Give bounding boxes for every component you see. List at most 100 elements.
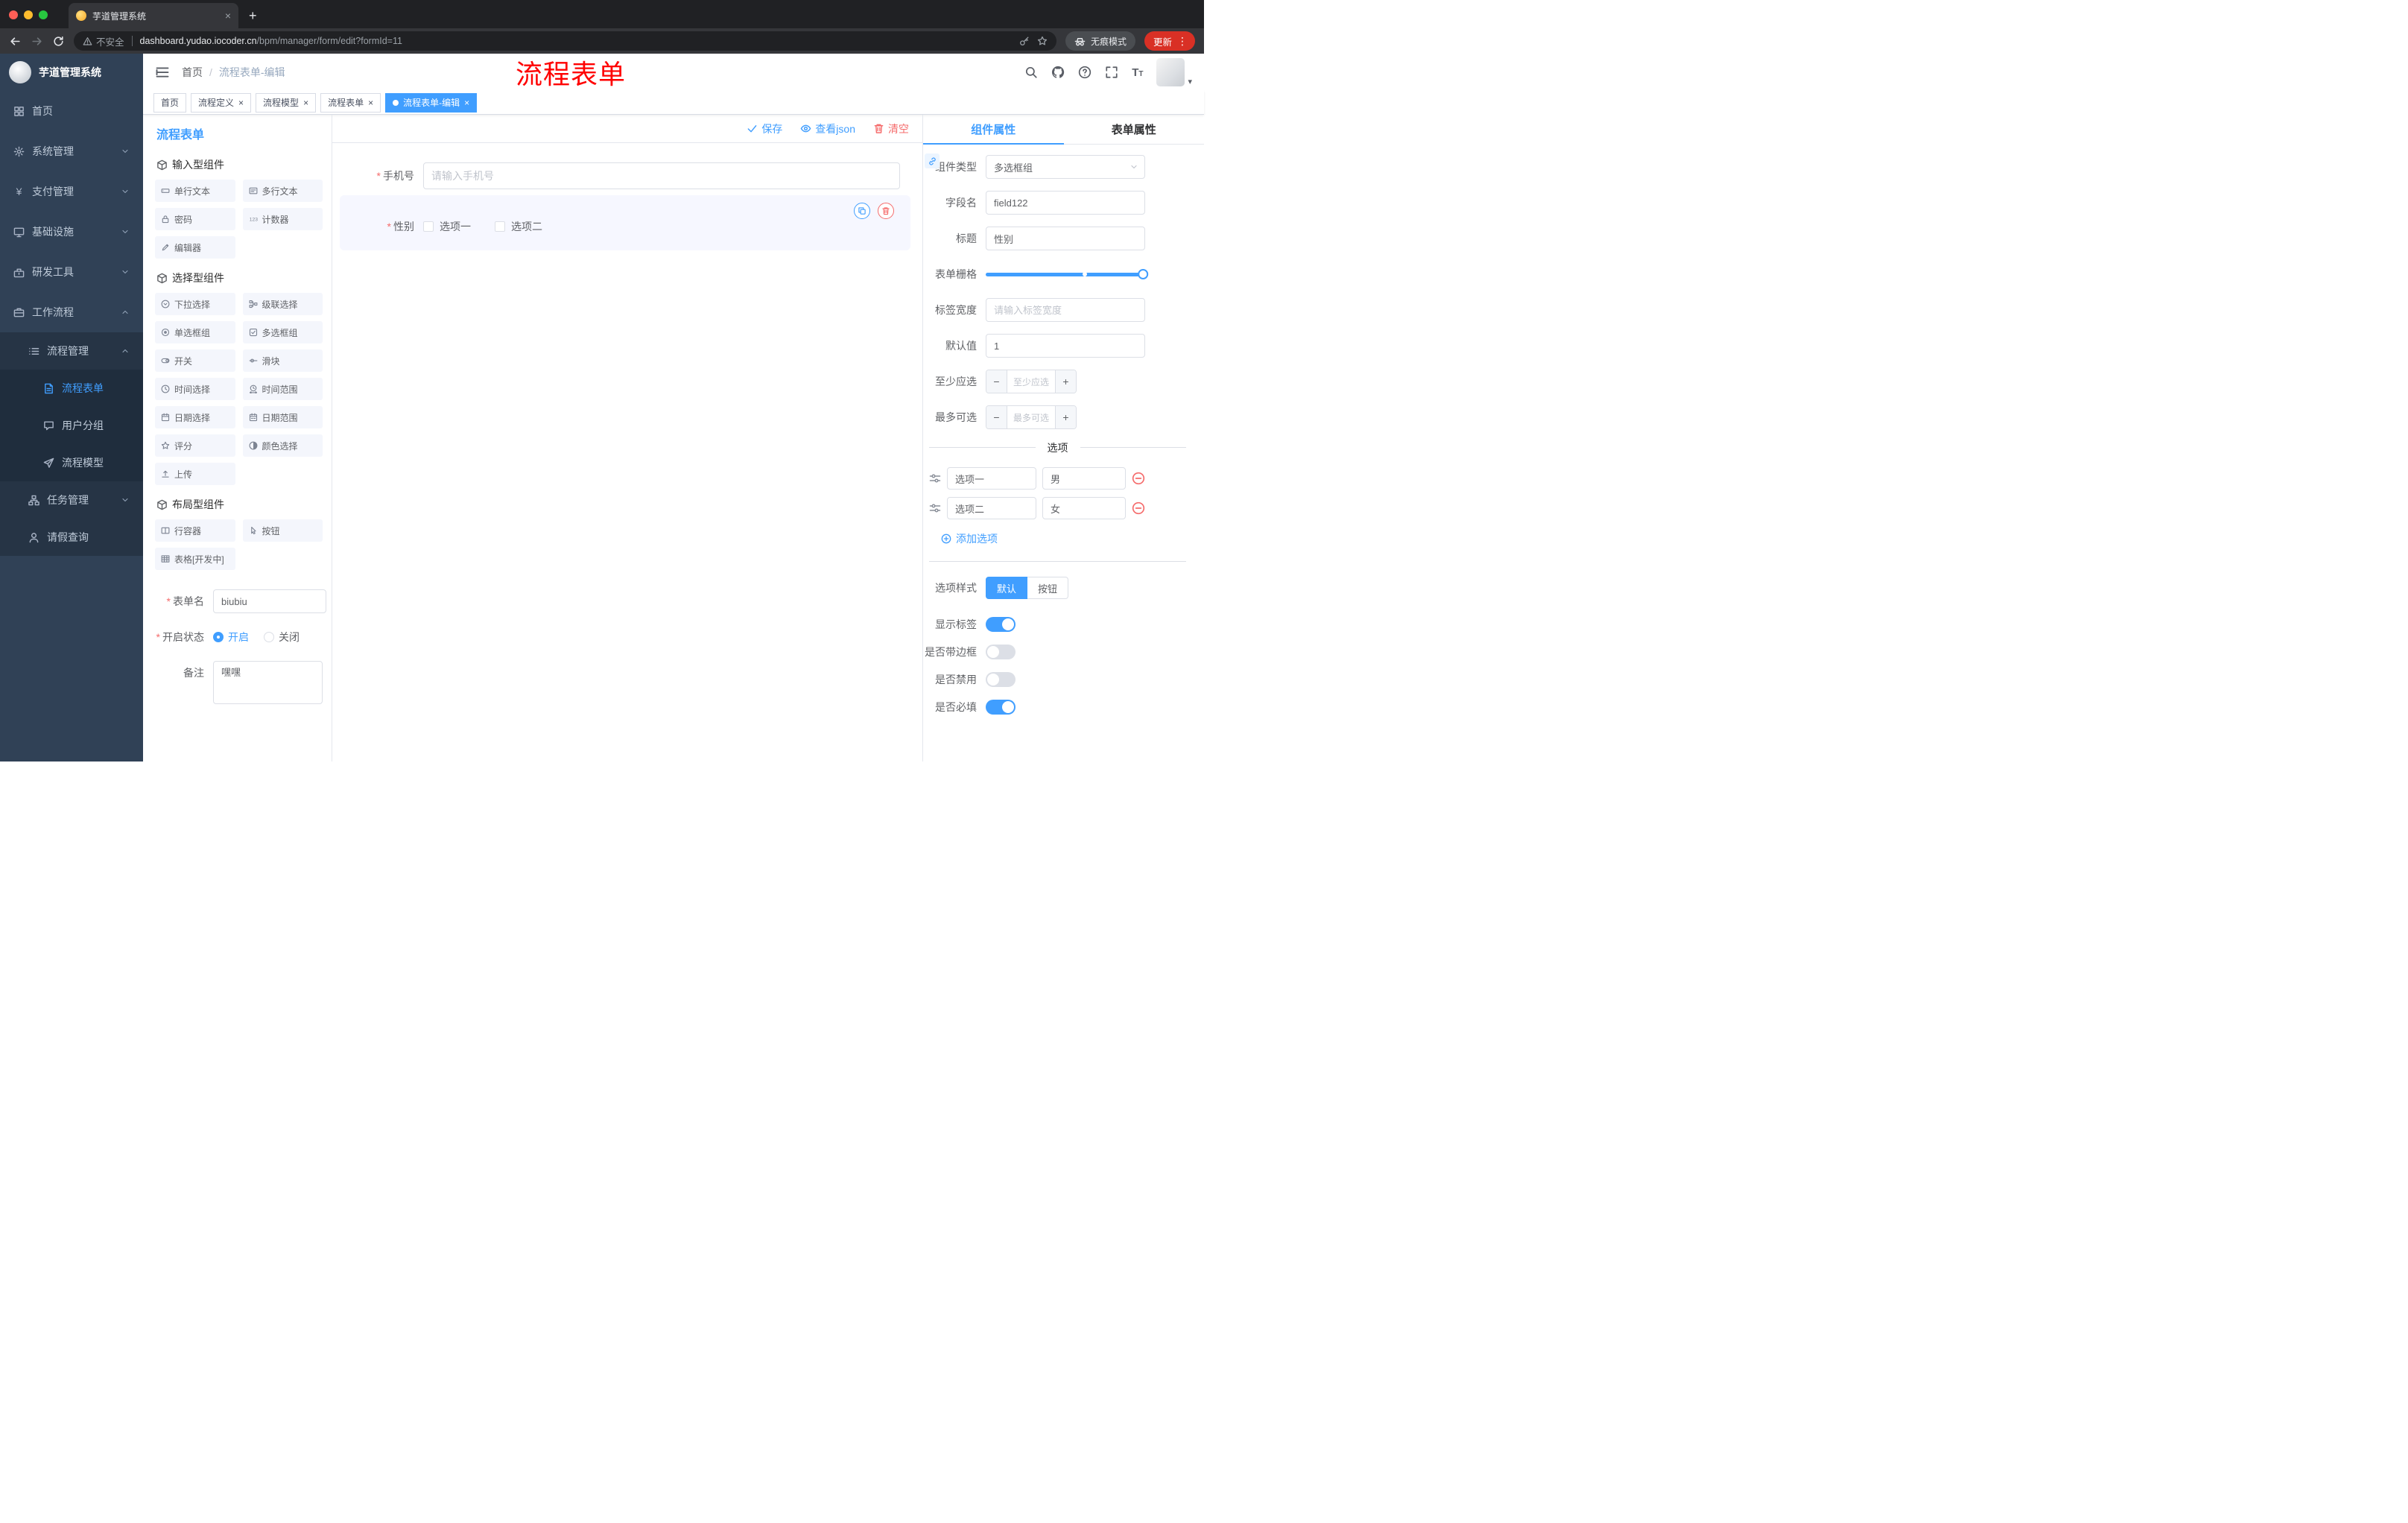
sidebar-item-workflow[interactable]: 工作流程 [0, 292, 143, 332]
canvas-field-phone[interactable]: 手机号 [340, 162, 910, 189]
option-1-label-input[interactable] [947, 467, 1036, 490]
tag-home[interactable]: 首页 [153, 92, 187, 113]
component-type-select[interactable]: 多选框组 [986, 155, 1145, 179]
back-icon[interactable] [9, 35, 22, 48]
palette-item-time-picker[interactable]: 时间选择 [155, 378, 235, 400]
form-grid-slider[interactable] [986, 262, 1149, 286]
palette-item-select[interactable]: 下拉选择 [155, 293, 235, 315]
password-key-icon[interactable] [1019, 36, 1030, 46]
tab-component-props[interactable]: 组件属性 [923, 115, 1064, 145]
window-minimize-button[interactable] [24, 10, 33, 19]
save-button[interactable]: 保存 [747, 121, 782, 136]
tag-process-definition[interactable]: 流程定义 × [191, 92, 252, 113]
font-size-icon[interactable]: TT [1132, 67, 1143, 78]
view-json-button[interactable]: 查看json [800, 121, 855, 136]
help-icon[interactable] [1078, 66, 1091, 79]
phone-input[interactable] [423, 162, 900, 189]
minus-button[interactable]: − [986, 370, 1007, 393]
remove-option-button[interactable] [1132, 501, 1145, 515]
tag-close-icon[interactable]: × [238, 98, 244, 107]
label-width-input[interactable] [986, 298, 1145, 322]
drag-handle-icon[interactable] [929, 502, 941, 514]
tag-process-form[interactable]: 流程表单 × [320, 92, 381, 113]
tag-close-icon[interactable]: × [368, 98, 373, 107]
palette-item-time-range[interactable]: 时间范围 [242, 378, 323, 400]
user-menu[interactable]: ▾ [1156, 58, 1192, 86]
plus-button[interactable]: + [1055, 370, 1076, 393]
gender-option-2-checkbox[interactable]: 选项二 [495, 219, 542, 234]
palette-item-switch[interactable]: 开关 [155, 349, 235, 372]
sidebar-item-devtools[interactable]: 研发工具 [0, 252, 143, 292]
sidebar-item-user-group[interactable]: 用户分组 [0, 407, 143, 444]
reload-icon[interactable] [52, 35, 65, 48]
sidebar-item-process-form[interactable]: 流程表单 [0, 370, 143, 407]
palette-item-table[interactable]: 表格[开发中] [155, 548, 235, 570]
palette-item-date-picker[interactable]: 日期选择 [155, 406, 235, 428]
palette-item-date-range[interactable]: 日期范围 [242, 406, 323, 428]
browser-menu-icon[interactable]: ⋮ [1177, 35, 1188, 48]
status-radio-on[interactable]: 开启 [213, 630, 249, 645]
option-1-value-input[interactable] [1042, 467, 1126, 490]
canvas-field-gender-selected[interactable]: 性别 选项一 选项二 [340, 195, 910, 250]
tag-close-icon[interactable]: × [303, 98, 308, 107]
option-2-value-input[interactable] [1042, 497, 1126, 519]
default-value-input[interactable] [986, 334, 1145, 358]
disabled-toggle[interactable] [986, 672, 1016, 687]
plus-button[interactable]: + [1055, 406, 1076, 428]
breadcrumb-home[interactable]: 首页 [182, 65, 203, 80]
option-2-label-input[interactable] [947, 497, 1036, 519]
palette-item-rate[interactable]: 评分 [155, 434, 235, 457]
palette-item-upload[interactable]: 上传 [155, 463, 235, 485]
tab-close-icon[interactable]: × [225, 10, 231, 22]
tab-form-props[interactable]: 表单属性 [1064, 115, 1205, 144]
form-name-input[interactable] [213, 589, 326, 613]
sidebar-item-leave-query[interactable]: 请假查询 [0, 519, 143, 556]
status-radio-off[interactable]: 关闭 [264, 630, 300, 645]
palette-item-button[interactable]: 按钮 [242, 519, 323, 542]
window-zoom-button[interactable] [39, 10, 48, 19]
min-select-value[interactable]: 至少应选 [1007, 370, 1055, 393]
sidebar-item-process-management[interactable]: 流程管理 [0, 332, 143, 370]
sidebar-item-process-model[interactable]: 流程模型 [0, 444, 143, 481]
gender-option-1-checkbox[interactable]: 选项一 [423, 219, 471, 234]
sidebar-item-home[interactable]: 首页 [0, 91, 143, 131]
remark-textarea[interactable]: 嘿嘿 [213, 661, 323, 704]
sidebar-item-payment[interactable]: ¥ 支付管理 [0, 171, 143, 212]
palette-item-counter[interactable]: 计数器 [242, 208, 323, 230]
option-style-default-button[interactable]: 默认 [986, 577, 1028, 599]
palette-item-editor[interactable]: 编辑器 [155, 236, 235, 259]
github-icon[interactable] [1051, 66, 1065, 79]
border-toggle[interactable] [986, 645, 1016, 659]
forward-icon[interactable] [31, 35, 43, 48]
max-select-value[interactable]: 最多可选 [1007, 406, 1055, 428]
tag-close-icon[interactable]: × [464, 98, 469, 107]
remove-option-button[interactable] [1132, 472, 1145, 485]
search-icon[interactable] [1024, 66, 1038, 79]
drag-handle-icon[interactable] [929, 472, 941, 484]
window-close-button[interactable] [9, 10, 18, 19]
security-indicator[interactable]: 不安全 [83, 34, 124, 48]
minus-button[interactable]: − [986, 406, 1007, 428]
address-bar[interactable]: 不安全 dashboard.yudao.iocoder.cn/bpm/manag… [74, 31, 1056, 51]
new-tab-button[interactable]: + [249, 9, 257, 22]
palette-item-password[interactable]: 密码 [155, 208, 235, 230]
title-input[interactable] [986, 227, 1145, 250]
delete-component-button[interactable] [878, 203, 894, 219]
tag-process-model[interactable]: 流程模型 × [256, 92, 317, 113]
browser-update-button[interactable]: 更新 ⋮ [1144, 31, 1195, 51]
palette-item-checkbox-group[interactable]: 多选框组 [242, 321, 323, 343]
bookmark-star-icon[interactable] [1037, 36, 1048, 46]
palette-item-color-picker[interactable]: 颜色选择 [242, 434, 323, 457]
tag-process-form-edit[interactable]: 流程表单-编辑 × [385, 92, 478, 113]
sidebar-item-infra[interactable]: 基础设施 [0, 212, 143, 252]
palette-item-row-container[interactable]: 行容器 [155, 519, 235, 542]
link-icon-button[interactable] [925, 153, 940, 168]
palette-item-single-line-text[interactable]: 单行文本 [155, 180, 235, 202]
palette-item-textarea[interactable]: 多行文本 [242, 180, 323, 202]
sidebar-item-task-management[interactable]: 任务管理 [0, 481, 143, 519]
required-toggle[interactable] [986, 700, 1016, 715]
show-label-toggle[interactable] [986, 617, 1016, 632]
browser-tab[interactable]: 芋道管理系统 × [69, 3, 238, 28]
slider-handle[interactable] [1138, 269, 1149, 279]
option-style-button-button[interactable]: 按钮 [1027, 577, 1069, 599]
